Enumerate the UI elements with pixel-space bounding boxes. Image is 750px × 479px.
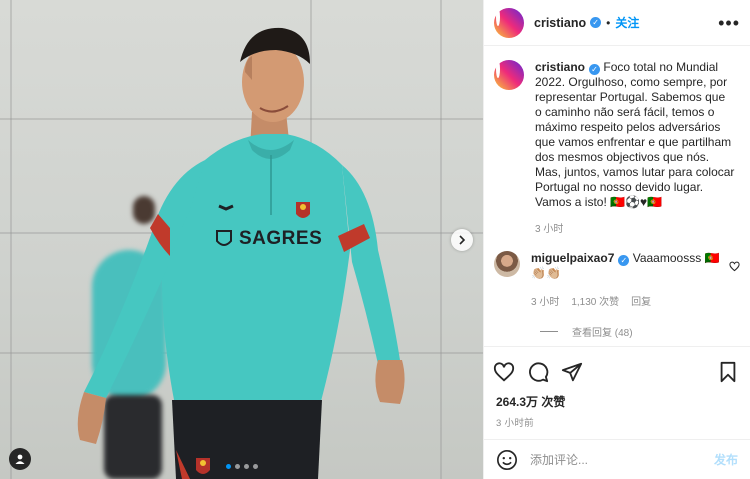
caption-text: Foco total no Mundial 2022. Orgulhoso, c… bbox=[535, 60, 735, 209]
save-button[interactable] bbox=[716, 360, 740, 384]
shirt-sponsor-text: SAGRES bbox=[239, 228, 323, 249]
view-replies-label: 查看回复 (48) bbox=[572, 328, 633, 339]
follow-button[interactable]: 关注 bbox=[615, 14, 639, 31]
send-icon bbox=[561, 362, 583, 382]
crest-icon bbox=[296, 202, 310, 218]
header-separator: • bbox=[606, 15, 611, 30]
verified-badge-icon: ✓ bbox=[589, 64, 601, 75]
reply-button[interactable]: 回复 bbox=[631, 295, 651, 310]
like-button[interactable] bbox=[492, 360, 516, 384]
caption-time: 3 小时 bbox=[535, 224, 564, 235]
post-comment-button[interactable]: 发布 bbox=[714, 451, 738, 468]
instagram-post-view: SAGRES cristiano ✓ • 关注 ••• cristiano ✓ … bbox=[0, 0, 750, 479]
comments-scroll[interactable]: cristiano ✓ Foco total no Mundial 2022. O… bbox=[484, 46, 750, 346]
comment-like-heart-icon[interactable] bbox=[729, 261, 740, 272]
add-comment-bar: 发布 bbox=[484, 439, 750, 479]
post-side-panel: cristiano ✓ • 关注 ••• cristiano ✓ Foco tot… bbox=[483, 0, 750, 479]
comment-time: 3 小时 bbox=[531, 297, 560, 308]
carousel-next-button[interactable] bbox=[451, 229, 473, 251]
caption-username[interactable]: cristiano bbox=[535, 60, 585, 74]
user-icon bbox=[15, 454, 25, 464]
comment-button[interactable] bbox=[526, 360, 550, 384]
post-header: cristiano ✓ • 关注 ••• bbox=[484, 0, 750, 46]
more-options-button[interactable]: ••• bbox=[718, 14, 740, 32]
carousel-dot bbox=[243, 464, 249, 469]
carousel-dots bbox=[225, 464, 258, 469]
post-media[interactable]: SAGRES bbox=[0, 0, 483, 479]
caption-avatar[interactable] bbox=[494, 60, 524, 90]
post-time[interactable]: 3 小时前 bbox=[492, 410, 742, 439]
carousel-dot bbox=[252, 464, 258, 469]
comment-item: miguelpaixao7 ✓ Vaaamoosss 🇵🇹👏🏼👏🏼 3 小时 1,… bbox=[484, 237, 750, 310]
avatar[interactable] bbox=[494, 7, 524, 38]
comment-bubble-icon bbox=[529, 362, 549, 383]
verified-badge-icon: ✓ bbox=[590, 17, 602, 28]
caption: cristiano ✓ Foco total no Mundial 2022. O… bbox=[484, 46, 750, 237]
header-username[interactable]: cristiano bbox=[534, 16, 586, 30]
tagged-users-button[interactable] bbox=[9, 448, 31, 470]
emoji-icon[interactable] bbox=[496, 449, 518, 471]
bookmark-icon bbox=[720, 361, 736, 383]
comment-avatar[interactable] bbox=[494, 251, 520, 277]
comment-input[interactable] bbox=[530, 452, 714, 467]
chevron-right-icon bbox=[459, 235, 466, 245]
replies-divider bbox=[540, 331, 558, 332]
comment-likes[interactable]: 1,130 次赞 bbox=[571, 295, 619, 310]
heart-icon bbox=[493, 362, 515, 382]
share-button[interactable] bbox=[560, 360, 584, 384]
view-replies-button[interactable]: 查看回复 (48) bbox=[484, 310, 750, 339]
like-count[interactable]: 264.3万 次赞 bbox=[492, 389, 742, 410]
carousel-dot bbox=[234, 464, 240, 469]
carousel-dot bbox=[225, 464, 231, 469]
post-actions: 264.3万 次赞 3 小时前 bbox=[484, 346, 750, 439]
verified-badge-icon: ✓ bbox=[618, 255, 630, 266]
comment-username[interactable]: miguelpaixao7 bbox=[531, 251, 614, 265]
